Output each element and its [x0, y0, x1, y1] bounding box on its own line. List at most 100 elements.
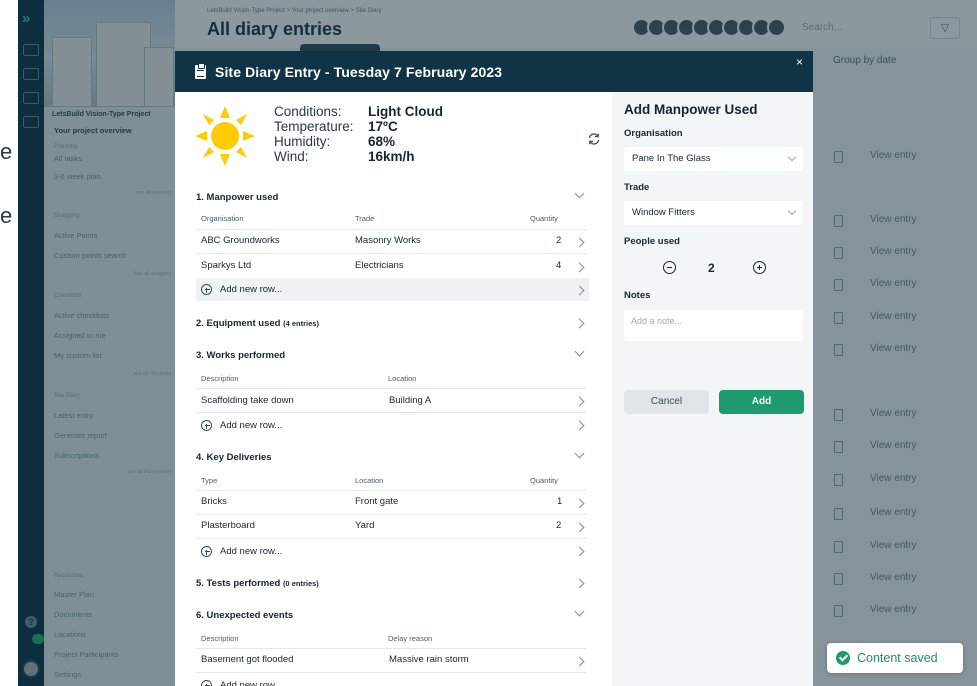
- humidity-label: Humidity:: [274, 134, 331, 149]
- column-header: Organisation: [201, 214, 244, 223]
- table-cell[interactable]: Building A: [389, 395, 431, 406]
- plus-circle-icon: [201, 546, 212, 557]
- divider: [196, 253, 586, 254]
- table-cell[interactable]: 2: [556, 520, 561, 531]
- table-cell[interactable]: Scaffolding take down: [201, 395, 294, 406]
- table-cell[interactable]: Bricks: [201, 496, 227, 507]
- organisation-value: Pane In The Glass: [632, 153, 711, 164]
- content-saved-toast: Content saved: [827, 643, 963, 673]
- people-used-value[interactable]: 2: [708, 261, 715, 275]
- toast-message: Content saved: [857, 651, 938, 665]
- organisation-select[interactable]: Pane In The Glass: [624, 147, 803, 171]
- table-cell[interactable]: 1: [557, 496, 562, 507]
- modal-title: Site Diary Entry - Tuesday 7 February 20…: [215, 64, 503, 80]
- conditions-label: Conditions:: [274, 104, 342, 119]
- column-header: Trade: [355, 214, 375, 223]
- add-row-label: Add new row...: [220, 680, 283, 686]
- table-cell[interactable]: 2: [556, 235, 561, 246]
- chevron-down-icon[interactable]: [574, 448, 585, 459]
- chevron-right-icon[interactable]: [574, 578, 585, 589]
- tests-section-title[interactable]: 5. Tests performed (0 entries): [196, 578, 319, 589]
- people-used-label: People used: [624, 236, 680, 247]
- add-row-button[interactable]: Add new row...: [196, 414, 589, 437]
- table-cell[interactable]: Massive rain storm: [389, 654, 469, 665]
- column-header: Description: [201, 634, 239, 643]
- add-row-button[interactable]: Add new row...: [196, 540, 589, 563]
- divider: [196, 412, 586, 413]
- table-cell[interactable]: 4: [556, 260, 561, 271]
- table-cell[interactable]: Front gate: [355, 496, 398, 507]
- cancel-button[interactable]: Cancel: [624, 390, 709, 414]
- divider: [196, 514, 586, 515]
- divider: [196, 538, 586, 539]
- notes-field[interactable]: Add a note...: [624, 310, 803, 341]
- column-header: Location: [388, 374, 417, 383]
- wind-label: Wind:: [274, 149, 309, 164]
- unexpected-section-title[interactable]: 6. Unexpected events: [196, 610, 293, 621]
- organisation-label: Organisation: [624, 128, 683, 139]
- entry-count: (0 entries): [282, 579, 319, 588]
- add-row-button[interactable]: Add new row...: [196, 278, 589, 301]
- background-text-fragment: e: [0, 203, 13, 228]
- tests-title: 5. Tests performed: [196, 578, 281, 589]
- column-header: Delay reason: [388, 634, 433, 643]
- chevron-right-icon[interactable]: [574, 396, 585, 407]
- add-row-button[interactable]: Add new row...: [196, 674, 589, 686]
- site-diary-modal: Site Diary Entry - Tuesday 7 February 20…: [175, 51, 813, 686]
- background-edge: [0, 0, 18, 686]
- chevron-down-icon: [787, 206, 797, 216]
- trade-label: Trade: [624, 182, 650, 193]
- divider: [196, 648, 586, 649]
- table-cell[interactable]: Sparkys Ltd: [201, 260, 251, 271]
- decrement-icon[interactable]: [663, 261, 676, 274]
- add-row-label: Add new row...: [220, 284, 283, 295]
- check-circle-icon: [836, 651, 850, 665]
- works-section-title[interactable]: 3. Works performed: [196, 350, 285, 361]
- plus-circle-icon: [201, 680, 212, 686]
- chevron-down-icon[interactable]: [574, 188, 585, 199]
- close-icon[interactable]: ×: [796, 55, 803, 69]
- divider: [196, 388, 586, 389]
- table-cell[interactable]: ABC Groundworks: [201, 235, 280, 246]
- wind-value: 16km/h: [368, 149, 415, 164]
- clipboard-icon: [195, 63, 206, 79]
- chevron-right-icon[interactable]: [574, 237, 585, 248]
- chevron-right-icon[interactable]: [574, 262, 585, 273]
- deliveries-section-title[interactable]: 4. Key Deliveries: [196, 452, 272, 463]
- add-row-label: Add new row...: [220, 420, 283, 431]
- increment-icon[interactable]: [753, 261, 766, 274]
- equipment-title: 2. Equipment used: [196, 318, 281, 329]
- column-header: Quantity: [530, 476, 558, 485]
- panel-title: Add Manpower Used: [624, 102, 758, 117]
- table-cell[interactable]: Masonry Works: [355, 235, 421, 246]
- chevron-right-icon[interactable]: [574, 656, 585, 667]
- plus-circle-icon: [201, 284, 212, 295]
- chevron-down-icon[interactable]: [574, 606, 585, 617]
- add-button[interactable]: Add: [719, 390, 804, 414]
- chevron-down-icon: [787, 152, 797, 162]
- column-header: Type: [201, 476, 218, 485]
- column-header: Description: [201, 374, 239, 383]
- refresh-icon[interactable]: [587, 132, 601, 146]
- diary-entry-pane: Conditions: Light Cloud Temperature: 17º…: [175, 92, 612, 686]
- add-row-label: Add new row...: [220, 546, 283, 557]
- background-text-fragment: e: [0, 139, 13, 164]
- humidity-value: 68%: [368, 134, 396, 149]
- equipment-section-title[interactable]: 2. Equipment used (4 entries): [196, 318, 319, 329]
- sun-icon: [195, 106, 255, 166]
- divider: [196, 672, 586, 673]
- chevron-right-icon[interactable]: [574, 498, 585, 509]
- table-cell[interactable]: Basement got flooded: [201, 654, 293, 665]
- table-cell[interactable]: Yard: [355, 520, 374, 531]
- table-cell[interactable]: Plasterboard: [201, 520, 255, 531]
- trade-select[interactable]: Window Fitters: [624, 201, 803, 225]
- chevron-right-icon[interactable]: [574, 318, 585, 329]
- table-cell[interactable]: Electricians: [355, 260, 404, 271]
- plus-circle-icon: [201, 420, 212, 431]
- column-header: Quantity: [530, 214, 558, 223]
- chevron-down-icon[interactable]: [574, 346, 585, 357]
- chevron-right-icon[interactable]: [574, 522, 585, 533]
- manpower-section-title[interactable]: 1. Manpower used: [196, 192, 278, 203]
- add-manpower-panel: Add Manpower Used Organisation Pane In T…: [612, 92, 813, 686]
- temperature-value: 17ºC: [368, 119, 398, 134]
